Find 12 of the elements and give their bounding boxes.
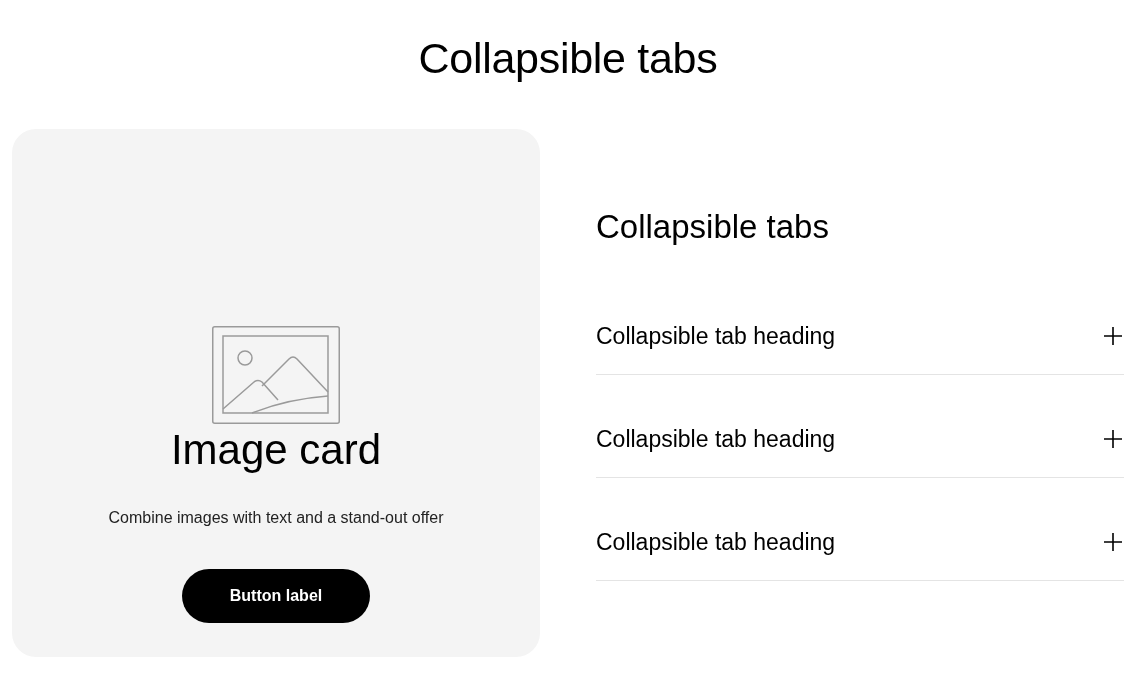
card-text: Combine images with text and a stand-out offer [108,508,444,528]
plus-icon[interactable] [1104,430,1122,448]
plus-icon[interactable] [1104,533,1122,551]
page-title: Collapsible tabs [418,33,718,84]
tab-heading[interactable]: Collapsible tab heading [596,324,836,348]
card-heading: Image card [170,425,382,475]
tab-heading[interactable]: Collapsible tab heading [596,530,836,554]
tab-heading[interactable]: Collapsible tab heading [596,427,836,451]
card-button[interactable]: Button label [182,569,370,623]
plus-icon[interactable] [1104,327,1122,345]
section-heading: Collapsible tabs [596,207,830,247]
image-placeholder-icon [212,326,340,424]
